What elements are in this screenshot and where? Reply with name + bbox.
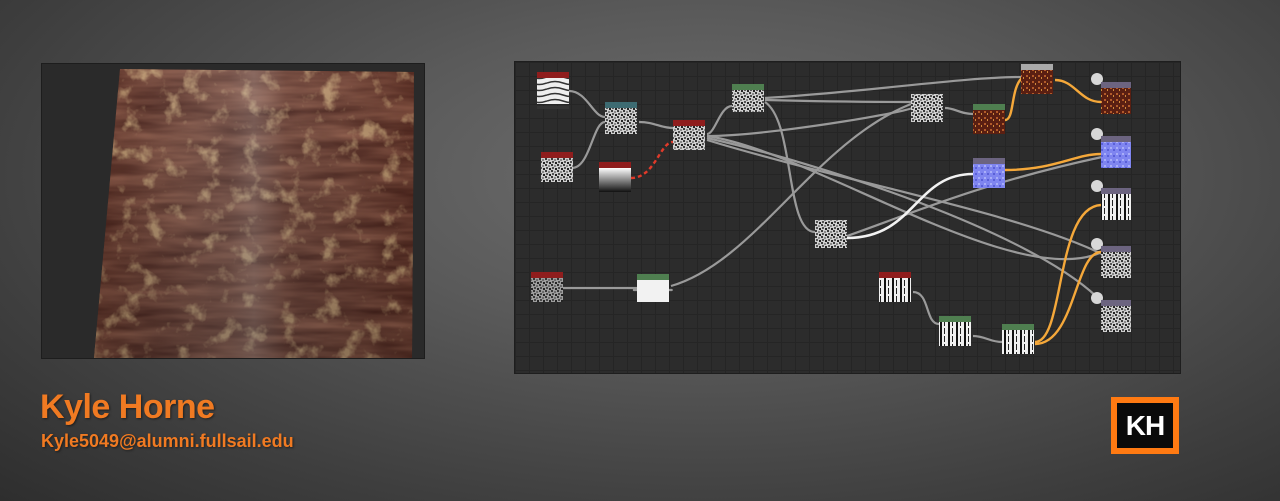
output-node-roughness[interactable] [1091,180,1131,220]
graph-node[interactable] [879,272,911,302]
material-render-viewport [41,63,425,359]
graph-node[interactable] [732,84,764,112]
graph-node[interactable] [1002,324,1034,354]
author-email: Kyle5049@alumni.fullsail.edu [41,431,294,451]
output-node-base-color[interactable] [1091,73,1131,114]
graph-node[interactable] [531,272,563,302]
graph-node[interactable] [815,220,847,248]
node-links [563,75,1103,344]
output-node-height[interactable] [1091,292,1131,332]
graph-node[interactable] [973,158,1005,188]
node-graph-panel[interactable] [514,61,1181,374]
graph-node[interactable] [541,152,573,182]
kh-logo-icon: KH [1111,397,1179,454]
output-node-normal[interactable] [1091,128,1131,168]
graph-node[interactable] [911,94,943,122]
graph-node[interactable] [939,316,971,346]
logo-text: KH [1115,401,1175,450]
graph-node[interactable] [673,120,705,150]
output-node-metallic[interactable] [1091,238,1131,278]
output-links [1004,76,1102,346]
selected-link [630,140,674,180]
graph-node[interactable] [1021,64,1053,94]
graph-node[interactable] [605,102,637,134]
graph-node[interactable] [637,274,669,302]
graph-node[interactable] [599,162,631,192]
graph-node[interactable] [973,104,1005,134]
material-render-image [94,69,414,358]
graph-node[interactable] [537,72,569,109]
node-graph-canvas[interactable] [515,62,1181,374]
author-name: Kyle Horne [40,388,215,426]
